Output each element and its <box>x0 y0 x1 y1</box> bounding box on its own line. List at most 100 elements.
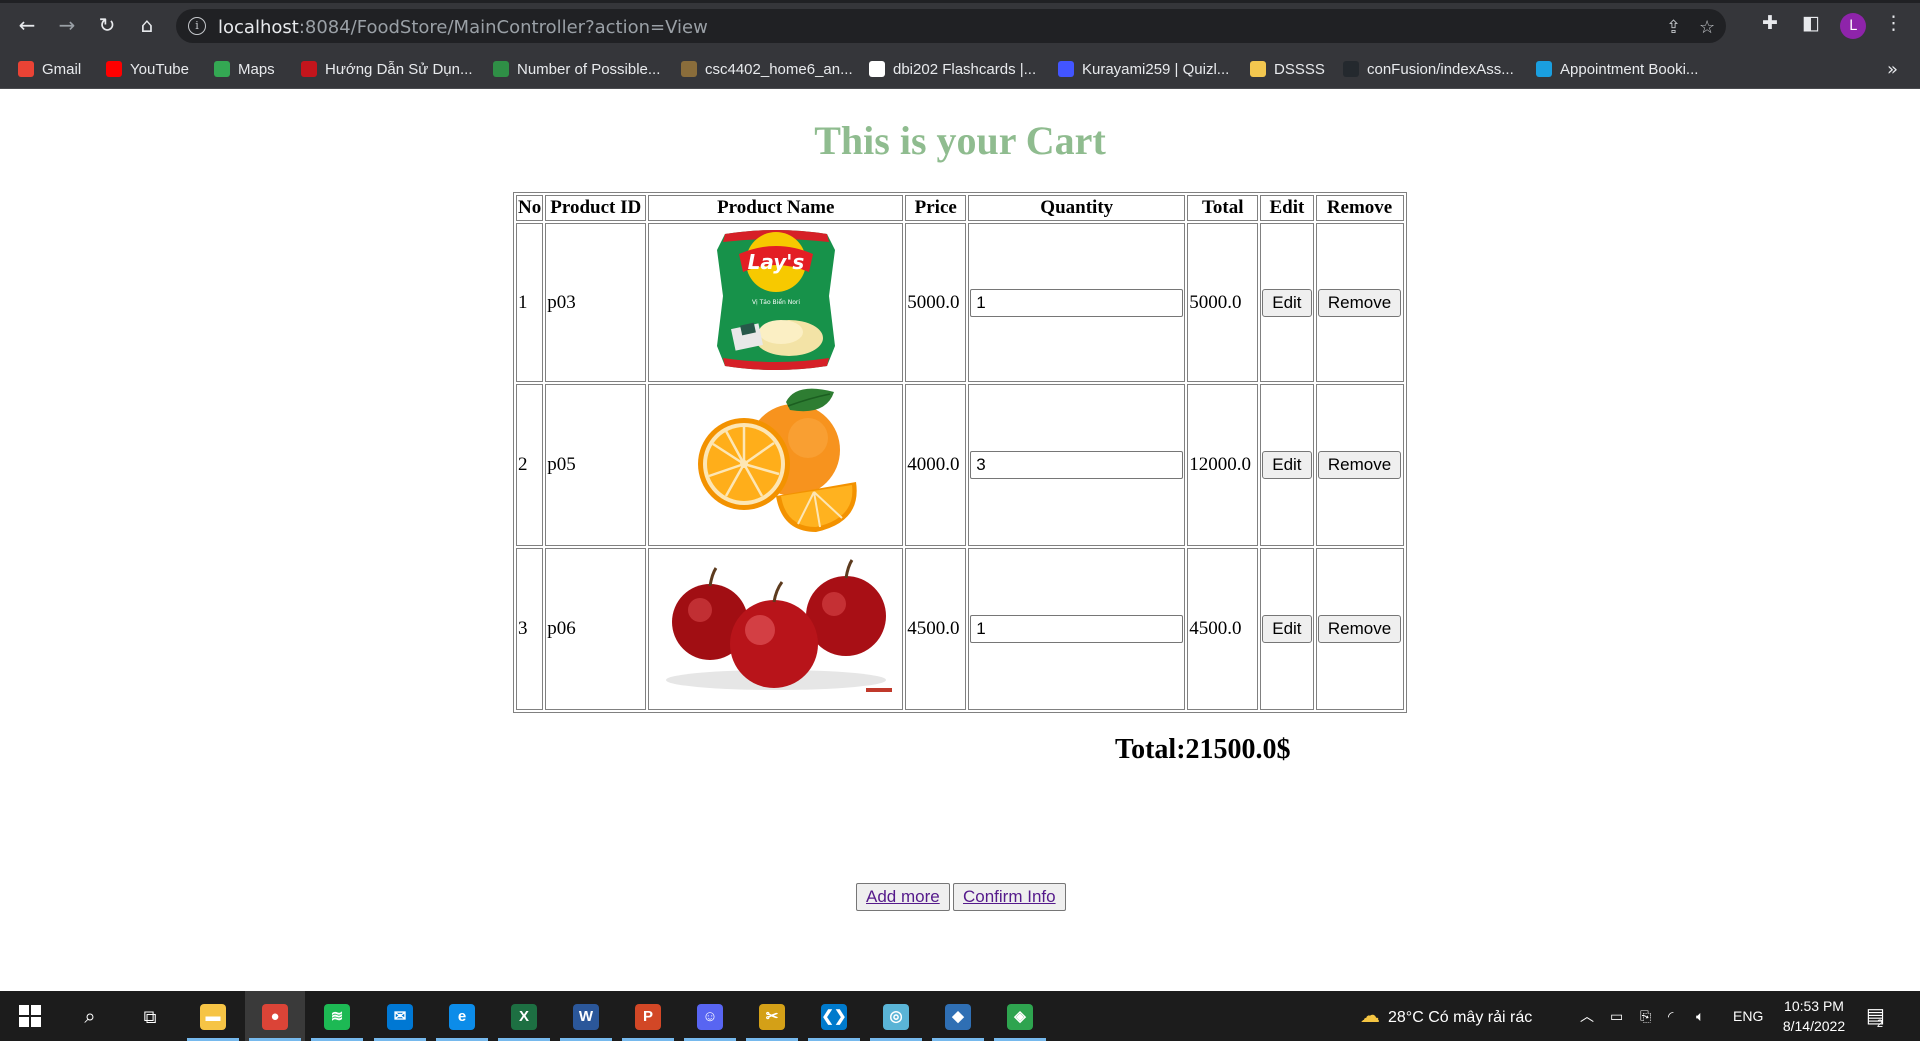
excel-icon[interactable]: X <box>494 991 554 1041</box>
profile-avatar[interactable]: L <box>1840 13 1866 39</box>
row-remove-cell: Remove <box>1315 384 1404 546</box>
taskbar-app-glyph: ≋ <box>324 1004 350 1030</box>
file-explorer-icon[interactable]: ▬ <box>183 991 243 1041</box>
bookmark-star-icon[interactable]: ☆ <box>1699 17 1715 38</box>
bookmark-label: Appointment Booki... <box>1560 61 1699 78</box>
mail-icon[interactable]: ✉ <box>370 991 430 1041</box>
address-bar[interactable]: i localhost:8084/FoodStore/MainControlle… <box>176 9 1726 43</box>
cart-table: No Product ID Product Name Price Quantit… <box>513 192 1407 713</box>
volume-icon[interactable]: 🔈︎ <box>1696 991 1704 1041</box>
remove-button[interactable]: Remove <box>1317 288 1402 317</box>
battery-icon[interactable]: ▭ <box>1610 991 1623 1041</box>
bookmarks-overflow-icon[interactable]: » <box>1887 59 1898 80</box>
taskbar-app-glyph: P <box>635 1004 661 1030</box>
bookmark-label: csc4402_home6_an... <box>705 61 853 78</box>
taskbar-app-glyph: ◎ <box>883 1004 909 1030</box>
header-total: Total <box>1187 195 1259 221</box>
powerpoint-icon[interactable]: P <box>618 991 678 1041</box>
task-view-icon[interactable]: ⧉ <box>120 991 180 1041</box>
weather-text: 28°C Có mây rải rác <box>1388 1009 1533 1026</box>
row-no: 3 <box>516 548 544 710</box>
language-indicator[interactable]: ENG <box>1733 991 1763 1041</box>
remove-button[interactable]: Remove <box>1317 451 1402 479</box>
remove-button[interactable]: Remove <box>1317 615 1402 643</box>
edit-button[interactable]: Edit <box>1262 615 1312 643</box>
add-more-button[interactable]: Add more <box>856 883 950 911</box>
windows-logo-icon <box>19 1005 41 1027</box>
bookmark-item[interactable]: Kurayami259 | Quizl... <box>1058 61 1229 81</box>
wifi-icon[interactable]: ◜ <box>1668 991 1673 1041</box>
back-icon[interactable]: ← <box>14 12 40 38</box>
edit-button[interactable]: Edit <box>1262 451 1312 479</box>
row-price: 4000.0 <box>905 384 967 546</box>
clock[interactable]: 10:53 PM 8/14/2022 <box>1775 996 1853 1036</box>
quantity-input[interactable] <box>970 451 1184 479</box>
row-no: 1 <box>516 223 544 382</box>
bookmark-label: Number of Possible... <box>517 61 661 78</box>
bookmark-label: Kurayami259 | Quizl... <box>1082 61 1230 78</box>
row-total: 12000.0 <box>1187 384 1259 546</box>
table-row: 3 p06 4500.0 1 4500.0 Edit Remove <box>516 548 1404 710</box>
snip-tool-icon[interactable]: ✂ <box>742 991 802 1041</box>
page-title: This is your Cart <box>814 118 1106 163</box>
app-icon[interactable]: ◎ <box>866 991 926 1041</box>
side-panel-icon[interactable]: ◧ <box>1802 12 1820 34</box>
row-no: 2 <box>516 384 544 546</box>
edit-button[interactable]: Edit <box>1262 288 1312 317</box>
spotify-icon[interactable]: ≋ <box>307 991 367 1041</box>
reload-icon[interactable]: ↻ <box>94 12 120 38</box>
row-product-id: p03 <box>545 223 647 382</box>
quantity-input[interactable] <box>970 288 1184 317</box>
taskbar-app-glyph: ▬ <box>200 1004 226 1030</box>
row-edit-cell: Edit <box>1260 548 1314 710</box>
clock-date: 8/14/2022 <box>1782 1018 1846 1034</box>
github-icon <box>1343 61 1359 77</box>
gmail-icon <box>18 61 34 77</box>
bookmark-item[interactable]: Maps <box>214 61 275 81</box>
bookmark-item[interactable]: DSSSS <box>1250 61 1325 81</box>
git-icon[interactable]: ◈ <box>990 991 1050 1041</box>
taskbar-app-glyph: ◆ <box>945 1004 971 1030</box>
confirm-info-button[interactable]: Confirm Info <box>953 883 1066 911</box>
row-product-id: p06 <box>545 548 647 710</box>
quantity-input[interactable] <box>970 615 1184 643</box>
bookmark-item[interactable]: YouTube <box>106 61 189 81</box>
windows-taskbar: ⌕ ⧉ ▬ ● ≋ ✉ e X W P ☺ ✂ ❮❯ ◎ ◆ ◈ ☁ 28°C Có mây rải rác… <box>0 991 1920 1041</box>
tray-overflow-icon[interactable]: ︿ <box>1580 991 1594 1041</box>
site-info-icon[interactable]: i <box>188 17 206 35</box>
bookmark-label: Maps <box>238 61 275 78</box>
discord-icon[interactable]: ☺ <box>680 991 740 1041</box>
taskbar-app-glyph: ☺ <box>697 1004 723 1030</box>
chrome-icon[interactable]: ● <box>245 991 305 1041</box>
bookmark-item[interactable]: Hướng Dẫn Sử Dụn... <box>301 61 472 81</box>
menu-kebab-icon[interactable]: ⋮ <box>1884 12 1903 34</box>
row-quantity-cell <box>968 223 1186 382</box>
bookmark-item[interactable]: conFusion/indexAss... <box>1343 61 1514 81</box>
page-content: This is your Cart No Product ID Product … <box>0 89 1920 991</box>
bookmark-label: YouTube <box>130 61 189 78</box>
bookmark-item[interactable]: Appointment Booki... <box>1536 61 1698 81</box>
home-icon[interactable]: ⌂ <box>134 12 160 38</box>
search-icon[interactable]: ⌕ <box>60 991 120 1041</box>
share-icon[interactable]: ⇪ <box>1666 17 1681 38</box>
bookmark-label: conFusion/indexAss... <box>1367 61 1514 78</box>
bookmark-item[interactable]: Number of Possible... <box>493 61 660 81</box>
extensions-icon[interactable]: ✚ <box>1762 12 1778 34</box>
bookmark-label: Gmail <box>42 61 82 78</box>
notification-center-icon[interactable]: ▤2 <box>1866 991 1891 1041</box>
taskbar-app-glyph: ✂ <box>759 1004 785 1030</box>
forward-icon[interactable]: → <box>54 12 80 38</box>
weather-widget[interactable]: ☁ 28°C Có mây rải rác <box>1360 991 1532 1041</box>
header-quantity: Quantity <box>968 195 1186 221</box>
vscode-icon[interactable]: ❮❯ <box>804 991 864 1041</box>
youtube-icon <box>106 61 122 77</box>
virtualbox-icon[interactable]: ◆ <box>928 991 988 1041</box>
bookmark-item[interactable]: csc4402_home6_an... <box>681 61 853 81</box>
url-text[interactable]: localhost:8084/FoodStore/MainController?… <box>218 17 708 38</box>
word-icon[interactable]: W <box>556 991 616 1041</box>
device-icon[interactable]: ⎘ <box>1640 991 1651 1041</box>
edge-icon[interactable]: e <box>432 991 492 1041</box>
start-button[interactable] <box>0 991 60 1041</box>
bookmark-item[interactable]: dbi202 Flashcards |... <box>869 61 1036 81</box>
bookmark-item[interactable]: Gmail <box>18 61 81 81</box>
